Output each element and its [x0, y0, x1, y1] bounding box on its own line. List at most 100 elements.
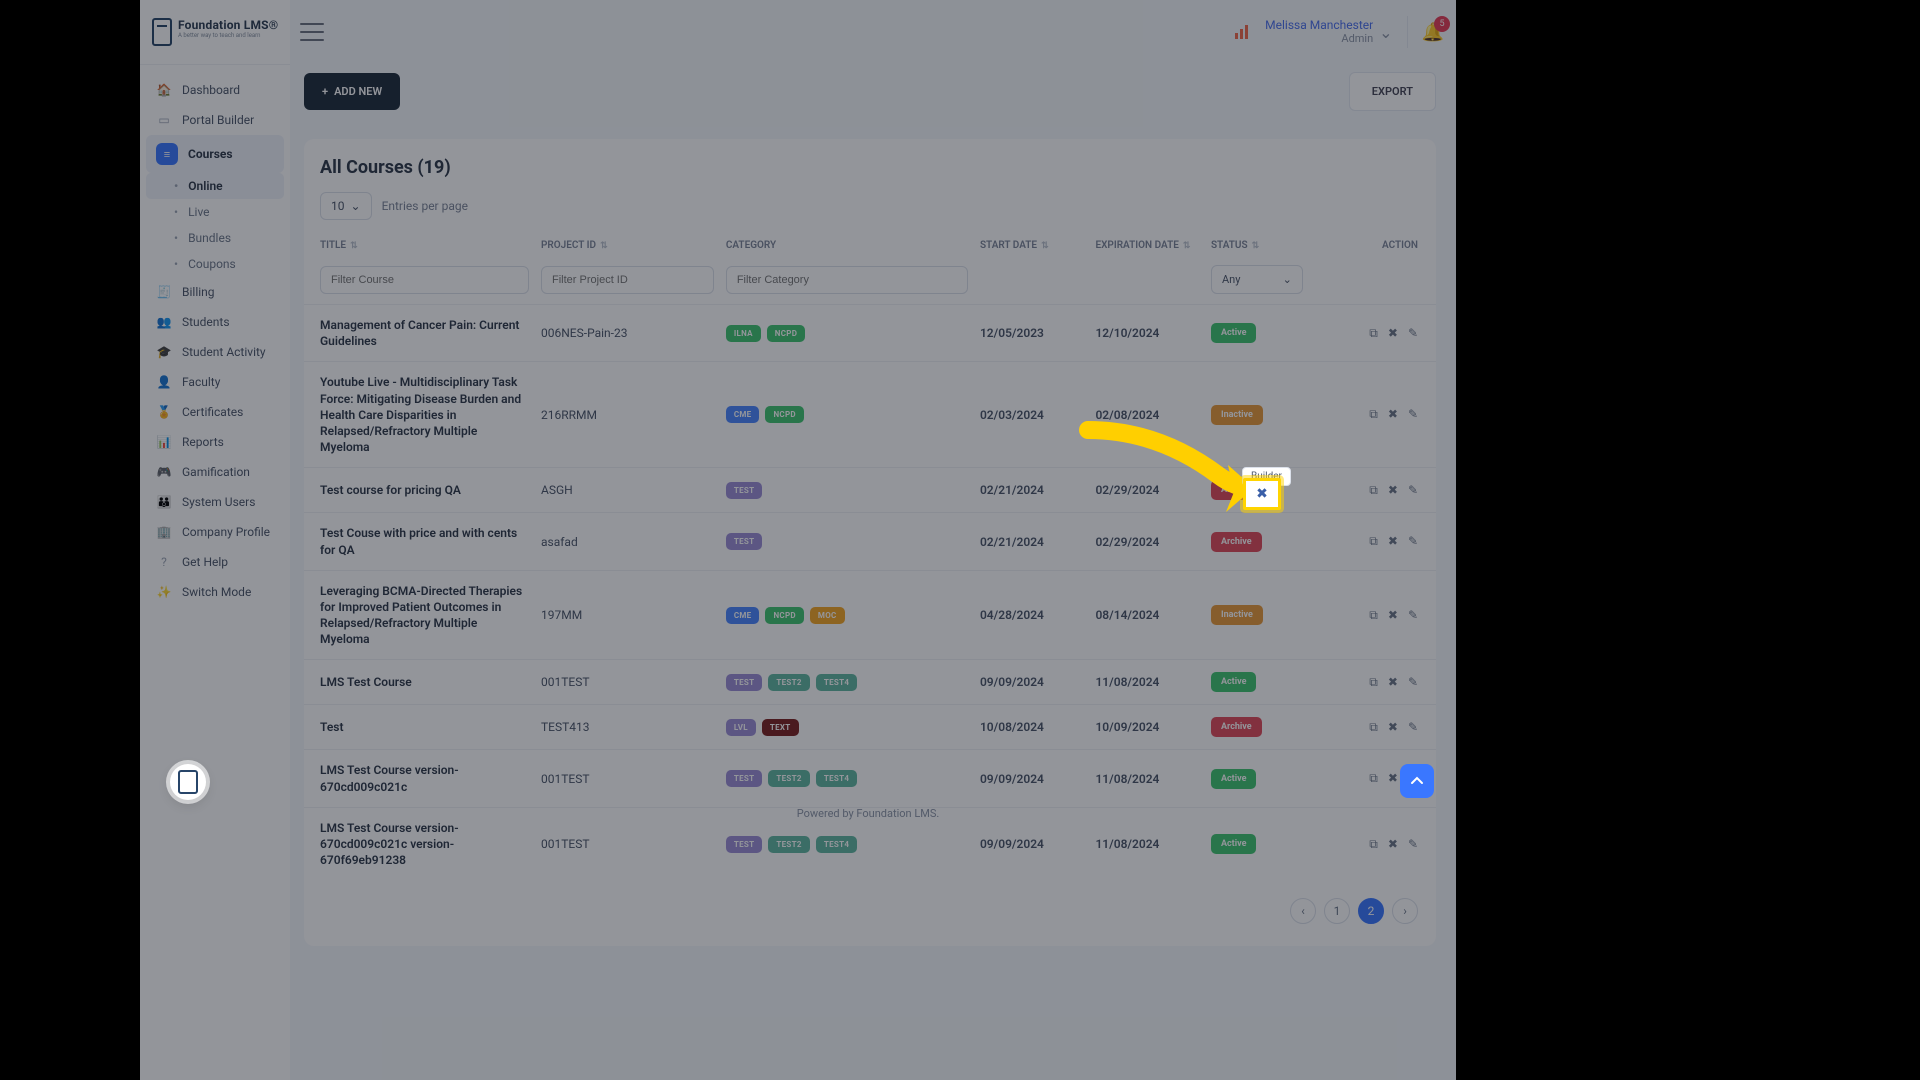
sidebar-item-certificates[interactable]: 🏅Certificates — [140, 397, 290, 427]
sidebar-item-switch-mode[interactable]: ✨Switch Mode — [140, 577, 290, 607]
sidebar-item-faculty[interactable]: 👤Faculty — [140, 367, 290, 397]
sidebar-label: Courses — [188, 147, 233, 161]
row-title[interactable]: Test — [304, 705, 535, 750]
sidebar-subitem-coupons[interactable]: Coupons — [140, 251, 290, 277]
copy-icon[interactable]: ⧉ — [1369, 837, 1378, 852]
copy-icon[interactable]: ⧉ — [1369, 675, 1378, 690]
table-row: TestTEST413LVLTEXT10/08/202410/09/2024Ar… — [304, 705, 1436, 750]
sidebar-item-students[interactable]: 👥Students — [140, 307, 290, 337]
sidebar-item-portal-builder[interactable]: ▭Portal Builder — [140, 105, 290, 135]
edit-icon[interactable]: ✎ — [1408, 326, 1418, 340]
filter-status-select[interactable]: Any⌄ — [1211, 265, 1303, 294]
edit-icon[interactable]: ✎ — [1408, 483, 1418, 497]
sidebar-item-courses[interactable]: ≡ Courses — [146, 135, 284, 173]
export-button[interactable]: EXPORT — [1349, 72, 1436, 111]
copy-icon[interactable]: ⧉ — [1369, 326, 1378, 341]
table-row: Management of Cancer Pain: Current Guide… — [304, 305, 1436, 362]
tools-icon[interactable]: ✖ — [1388, 326, 1398, 340]
sidebar-item-dashboard[interactable]: 🏠Dashboard — [140, 75, 290, 105]
tools-icon[interactable]: ✖ — [1388, 837, 1398, 851]
tools-icon[interactable]: ✖ — [1388, 771, 1398, 785]
col-expiration: EXPIRATION DATE — [1095, 240, 1178, 251]
edit-icon[interactable]: ✎ — [1408, 534, 1418, 548]
status-badge: Active — [1211, 769, 1257, 789]
copy-icon[interactable]: ⧉ — [1369, 608, 1378, 623]
filter-course-input[interactable] — [320, 266, 529, 294]
sidebar-item-student-activity[interactable]: 🎓Student Activity — [140, 337, 290, 367]
per-page-label: Entries per page — [382, 199, 468, 213]
row-expiration: 10/09/2024 — [1089, 705, 1205, 750]
sort-icon[interactable]: ⇅ — [1252, 241, 1260, 251]
category-pill: NCPD — [767, 325, 805, 342]
tools-icon[interactable]: ✖ — [1388, 534, 1398, 548]
nav-icon: 🎮 — [156, 465, 172, 479]
builder-action-highlight[interactable]: ✖ — [1243, 478, 1281, 510]
per-page-select[interactable]: 10 ⌄ — [320, 192, 372, 220]
tools-icon[interactable]: ✖ — [1388, 483, 1398, 497]
menu-toggle-icon[interactable] — [300, 23, 324, 41]
status-badge: Archive — [1211, 717, 1262, 737]
copy-icon[interactable]: ⧉ — [1369, 771, 1378, 786]
edit-icon[interactable]: ✎ — [1408, 720, 1418, 734]
copy-icon[interactable]: ⧉ — [1369, 407, 1378, 422]
category-pill: TEST2 — [768, 836, 809, 853]
edit-icon[interactable]: ✎ — [1408, 608, 1418, 622]
tools-icon[interactable]: ✖ — [1388, 407, 1398, 421]
edit-icon[interactable]: ✎ — [1408, 675, 1418, 689]
stats-icon[interactable] — [1235, 25, 1253, 39]
filter-project-input[interactable] — [541, 266, 714, 294]
tools-icon[interactable]: ✖ — [1388, 675, 1398, 689]
row-project-id: 001TEST — [535, 750, 720, 807]
sidebar-subitem-live[interactable]: Live — [140, 199, 290, 225]
category-pill: TEST2 — [768, 674, 809, 691]
sort-icon[interactable]: ⇅ — [600, 241, 608, 251]
page-prev[interactable]: ‹ — [1290, 898, 1316, 924]
filter-category-input[interactable] — [726, 266, 968, 294]
tools-icon[interactable]: ✖ — [1388, 608, 1398, 622]
row-expiration: 11/08/2024 — [1089, 750, 1205, 807]
sidebar-item-billing[interactable]: 🧾Billing — [140, 277, 290, 307]
sidebar-item-reports[interactable]: 📊Reports — [140, 427, 290, 457]
row-title[interactable]: LMS Test Course — [304, 660, 535, 705]
page-next[interactable]: › — [1392, 898, 1418, 924]
sidebar-subitem-bundles[interactable]: Bundles — [140, 225, 290, 251]
chat-widget-icon[interactable] — [170, 764, 206, 800]
edit-icon[interactable]: ✎ — [1408, 837, 1418, 851]
row-title[interactable]: LMS Test Course version-670cd009c021c — [304, 750, 535, 807]
sort-icon[interactable]: ⇅ — [1183, 241, 1191, 251]
row-title[interactable]: Test Couse with price and with cents for… — [304, 513, 535, 570]
sidebar-item-get-help[interactable]: ?Get Help — [140, 547, 290, 577]
sidebar-subitem-online[interactable]: Online — [146, 173, 284, 199]
add-new-button[interactable]: + ADD NEW — [304, 73, 400, 110]
status-badge: Active — [1211, 672, 1257, 692]
page-1[interactable]: 1 — [1324, 898, 1350, 924]
tools-icon[interactable]: ✖ — [1388, 720, 1398, 734]
copy-icon[interactable]: ⧉ — [1369, 534, 1378, 549]
row-title[interactable]: Management of Cancer Pain: Current Guide… — [304, 305, 535, 362]
page-2-current[interactable]: 2 — [1358, 898, 1384, 924]
courses-icon: ≡ — [156, 143, 178, 165]
edit-icon[interactable]: ✎ — [1408, 407, 1418, 421]
scroll-top-button[interactable] — [1400, 764, 1434, 798]
user-menu[interactable]: Melissa Manchester Admin — [1265, 18, 1373, 46]
chevron-down-icon[interactable]: ⌄ — [1379, 23, 1392, 42]
nav-icon: 🎓 — [156, 345, 172, 359]
row-title[interactable]: Leveraging BCMA-Directed Therapies for I… — [304, 570, 535, 660]
copy-icon[interactable]: ⧉ — [1369, 720, 1378, 735]
category-pill: TEST4 — [816, 770, 857, 787]
sidebar-subitem-label: Coupons — [188, 257, 236, 271]
footer-text: Powered by Foundation LMS. — [300, 807, 1436, 820]
sort-icon[interactable]: ⇅ — [1041, 241, 1049, 251]
notifications-bell-icon[interactable]: 🔔 5 — [1422, 22, 1444, 43]
sort-icon[interactable]: ⇅ — [350, 241, 358, 251]
row-project-id: 001TEST — [535, 660, 720, 705]
sidebar-item-system-users[interactable]: 👪System Users — [140, 487, 290, 517]
sidebar-item-company-profile[interactable]: 🏢Company Profile — [140, 517, 290, 547]
nav-icon: 👪 — [156, 495, 172, 509]
nav-icon: ✨ — [156, 585, 172, 599]
sidebar-item-gamification[interactable]: 🎮Gamification — [140, 457, 290, 487]
row-title[interactable]: Youtube Live - Multidisciplinary Task Fo… — [304, 362, 535, 468]
copy-icon[interactable]: ⧉ — [1369, 483, 1378, 498]
row-title[interactable]: Test course for pricing QA — [304, 468, 535, 513]
sidebar-label: Billing — [182, 285, 215, 299]
